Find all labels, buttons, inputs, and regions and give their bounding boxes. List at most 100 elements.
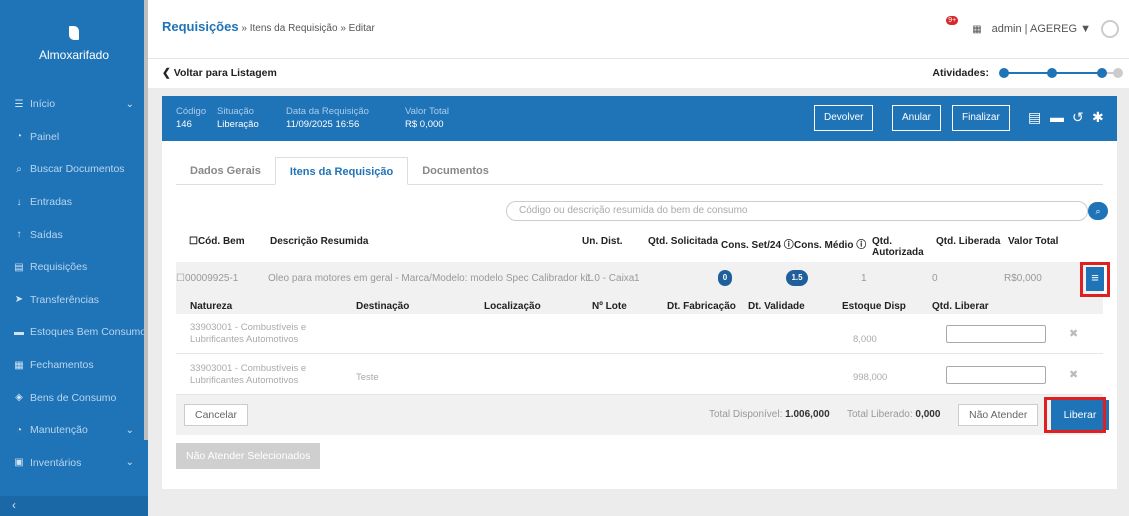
col-qtd-solicitada: Qtd. Solicitada: [648, 236, 719, 247]
breadcrumb-root[interactable]: Requisições: [162, 19, 239, 34]
anular-button[interactable]: Anular: [892, 105, 941, 131]
sub-row-1-natureza-1: 33903001 - Combustíveis e: [190, 322, 307, 333]
remove-row-2-icon[interactable]: ✖: [1069, 368, 1078, 381]
tab-itens-requisicao[interactable]: Itens da Requisição: [274, 157, 409, 185]
data-label: Data da Requisição: [286, 106, 369, 117]
sub-row-1-natureza-2: Lubrificantes Automotivos: [190, 334, 299, 345]
sub-row-2-natureza-2: Lubrificantes Automotivos: [190, 375, 299, 386]
arrow-up-icon: ↑: [16, 229, 22, 241]
col-un-dist: Un. Dist.: [582, 236, 623, 247]
activities-track: [999, 67, 1123, 79]
release-footer: Cancelar Total Disponível: 1.006,000 Tot…: [176, 395, 1109, 435]
col-descricao: Descrição Resumida: [270, 236, 369, 247]
document-icon[interactable]: ▤: [1028, 109, 1041, 126]
remove-row-1-icon[interactable]: ✖: [1069, 327, 1078, 340]
qtd-liberar-input-2[interactable]: [946, 366, 1046, 384]
sidebar-item-label: Painel: [30, 130, 60, 143]
sidebar-item-6[interactable]: ▤ Requisições: [0, 251, 148, 284]
qtd-liberar-input-1[interactable]: [946, 325, 1046, 343]
apps-grid-icon[interactable]: ▦: [972, 24, 981, 35]
info-codigo: Código 146: [176, 106, 206, 130]
cons-medio-badge[interactable]: 1.5: [786, 270, 808, 286]
back-to-list-link[interactable]: ❮ Voltar para Listagem: [162, 67, 277, 79]
nao-atender-selecionados-button[interactable]: Não Atender Selecionados: [176, 443, 321, 469]
info-data: Data da Requisição 11/09/2025 16:56: [286, 106, 369, 130]
activity-step-4[interactable]: [1113, 68, 1123, 78]
sub-col-localizacao: Localização: [484, 301, 541, 312]
sidebar-item-3[interactable]: ⌕ Buscar Documentos: [0, 153, 148, 186]
sidebar-item-label: Estoques Bem Consumo: [30, 326, 147, 339]
data-value: 11/09/2025 16:56: [286, 119, 360, 130]
avatar[interactable]: [1101, 20, 1119, 38]
tab-dados-gerais[interactable]: Dados Gerais: [176, 157, 275, 185]
calendar-icon: ▦: [14, 359, 24, 371]
sidebar-item-label: Inventários: [30, 456, 82, 469]
total-liberado-value: 0,000: [915, 409, 941, 420]
col-cons-medio: Cons. Médio ⓘ: [794, 240, 867, 251]
activity-step-3[interactable]: [1097, 68, 1107, 78]
codigo-value: 146: [176, 119, 192, 130]
sidebar-item-7[interactable]: ➤ Transferências: [0, 284, 148, 317]
notification-bell-icon[interactable]: 9+: [946, 16, 962, 36]
chevron-down-icon: ⌄: [125, 424, 134, 436]
print-icon[interactable]: ▬: [1050, 109, 1064, 125]
requisition-info-bar: Código 146 Situação Liberação Data da Re…: [162, 96, 1117, 141]
cancel-button[interactable]: Cancelar: [184, 404, 249, 426]
collapse-sidebar-button[interactable]: ‹: [0, 496, 148, 516]
activity-step-1[interactable]: [999, 68, 1009, 78]
sub-row-2-destinacao: Teste: [356, 372, 379, 383]
file-icon: ▤: [14, 261, 24, 273]
tab-documentos[interactable]: Documentos: [408, 157, 503, 185]
sidebar-item-label: Entradas: [30, 196, 73, 209]
sub-col-lote: Nº Lote: [592, 301, 627, 312]
user-menu[interactable]: admin | AGEREG ▼: [992, 23, 1091, 35]
user-label: admin | AGEREG: [991, 23, 1078, 35]
nao-atender-button[interactable]: Não Atender: [958, 404, 1039, 426]
sidebar-item-4[interactable]: ↓ Entradas: [0, 186, 148, 219]
menu-button-highlight: [1080, 262, 1110, 297]
col-cod-bem[interactable]: ☐Cód. Bem: [189, 236, 245, 247]
codigo-label: Código: [176, 106, 207, 117]
devolver-button[interactable]: Devolver: [814, 105, 874, 131]
cons-set-badge[interactable]: 0: [718, 270, 732, 286]
sidebar: Almoxarifado ☰ Início ⌄ ◔ Painel ⌕ Buscar Docu…: [0, 0, 148, 516]
sub-row-2: 33903001 - Combustíveis e Lubrificantes …: [176, 355, 1103, 395]
situacao-value: Liberação: [217, 119, 259, 130]
sidebar-item-11[interactable]: ◔ Manutenção ⌄: [0, 414, 148, 447]
finalizar-button[interactable]: Finalizar: [952, 105, 1010, 131]
col-qtd-autorizada: Qtd. Autorizada: [872, 236, 924, 258]
sidebar-item-5[interactable]: ↑ Saídas: [0, 218, 148, 251]
total-liberado: Total Liberado: 0,000: [847, 409, 940, 420]
sidebar-item-10[interactable]: ◈ Bens de Consumo: [0, 381, 148, 414]
search-button[interactable]: ⌕: [1088, 202, 1108, 220]
back-bar: ❮ Voltar para Listagem Atividades:: [148, 58, 1129, 88]
sidebar-item-label: Bens de Consumo: [30, 391, 117, 404]
chevron-down-icon: ⌄: [125, 457, 134, 469]
row-qtd-autorizada: 1: [861, 273, 867, 284]
gauge-icon: ◔: [15, 424, 23, 436]
sidebar-item-1[interactable]: ☰ Início ⌄: [0, 88, 148, 121]
row-cod-bem[interactable]: ☐00009925-1: [176, 273, 238, 284]
row-valor-total: R$0,000: [1004, 273, 1042, 284]
row-descricao: Oleo para motores em geral - Marca/Model…: [268, 273, 594, 284]
table-row[interactable]: ☐00009925-1 Oleo para motores em geral -…: [176, 262, 1103, 296]
user-area: 9+ ▦ admin | AGEREG ▼: [946, 16, 1119, 38]
col-cons-set: Cons. Set/24 ⓘ: [721, 240, 794, 251]
sidebar-item-12[interactable]: ▣ Inventários ⌄: [0, 447, 148, 480]
sidebar-item-8[interactable]: ▬ Estoques Bem Consumo: [0, 316, 148, 349]
search-icon: ⌕: [16, 163, 22, 175]
activity-step-2[interactable]: [1047, 68, 1057, 78]
activities-progress: Atividades:: [932, 67, 1123, 79]
gear-icon[interactable]: ✱: [1092, 109, 1104, 126]
history-icon[interactable]: ↺: [1072, 109, 1084, 126]
breadcrumb-rest: » Itens da Requisição » Editar: [238, 23, 375, 34]
activities-label: Atividades:: [932, 67, 989, 79]
sidebar-item-9[interactable]: ▦ Fechamentos: [0, 349, 148, 382]
search-input[interactable]: Código ou descrição resumida do bem de c…: [506, 201, 1088, 221]
sidebar-item-label: Fechamentos: [30, 359, 94, 372]
sidebar-item-2[interactable]: ◔ Painel: [0, 121, 148, 154]
valor-label: Valor Total: [405, 106, 450, 117]
liberar-button-highlight: [1044, 397, 1106, 433]
info-valor: Valor Total R$ 0,000: [405, 106, 449, 130]
sidebar-item-label: Saídas: [30, 228, 63, 241]
